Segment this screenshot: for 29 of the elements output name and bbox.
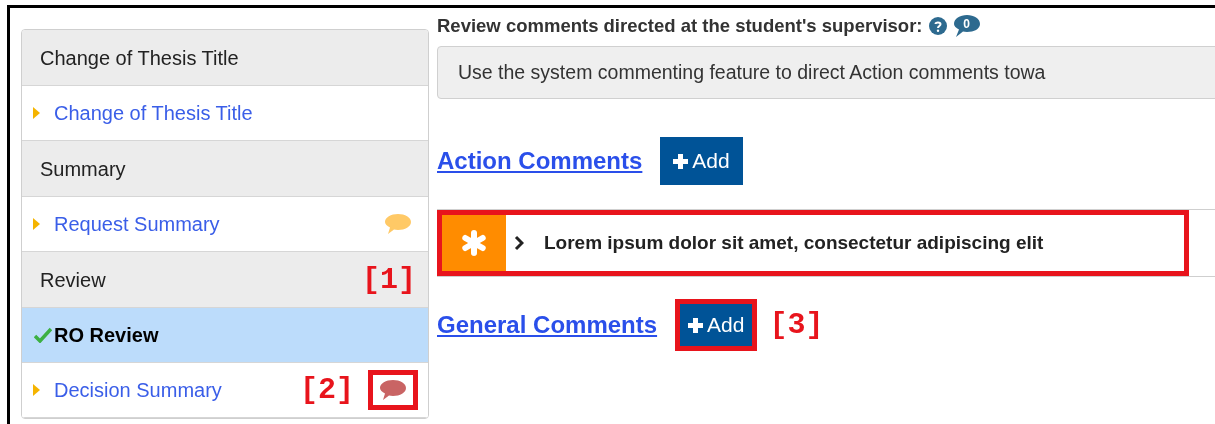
sidebar-link[interactable]: Decision Summary xyxy=(54,375,286,405)
callout-label: [1] xyxy=(362,264,416,295)
sidebar-link[interactable]: Change of Thesis Title xyxy=(54,98,418,128)
plus-icon xyxy=(688,317,704,333)
caret-icon xyxy=(33,107,40,119)
instruction-text: Use the system commenting feature to direct Action comments towa xyxy=(458,59,1046,85)
prompt-heading: Review comments directed at the student's supervisor: xyxy=(437,14,923,39)
sidebar-item[interactable]: RO Review xyxy=(22,308,428,363)
add-button[interactable]: Add xyxy=(660,137,743,185)
section-link[interactable]: General Comments xyxy=(437,307,658,343)
section-title: Review xyxy=(40,267,106,293)
plus-icon xyxy=(673,153,689,169)
highlight-frame[interactable]: Lorem ipsum dolor sit amet, consectetur adipiscing elit xyxy=(437,210,1189,276)
add-button[interactable]: Add xyxy=(680,304,753,346)
sidebar-label: RO Review xyxy=(54,323,159,348)
section-link[interactable]: Action Comments xyxy=(437,143,643,179)
section-title: Summary xyxy=(40,156,126,182)
comment-title: Lorem ipsum dolor sit amet, consectetur adipiscing elit xyxy=(544,230,1044,255)
section-title: Change of Thesis Title xyxy=(40,45,239,71)
comment-count-badge[interactable]: 0 xyxy=(952,14,981,38)
callout-label: [2] xyxy=(300,375,354,405)
comment-icon[interactable] xyxy=(379,379,407,401)
chevron-icon[interactable] xyxy=(514,235,524,251)
callout-label: [3] xyxy=(769,310,824,340)
caret-icon xyxy=(33,384,40,396)
sidebar-link[interactable]: Request Summary xyxy=(54,209,364,239)
help-icon[interactable] xyxy=(928,17,947,35)
asterisk-icon xyxy=(461,230,487,256)
caret-icon xyxy=(33,218,40,230)
